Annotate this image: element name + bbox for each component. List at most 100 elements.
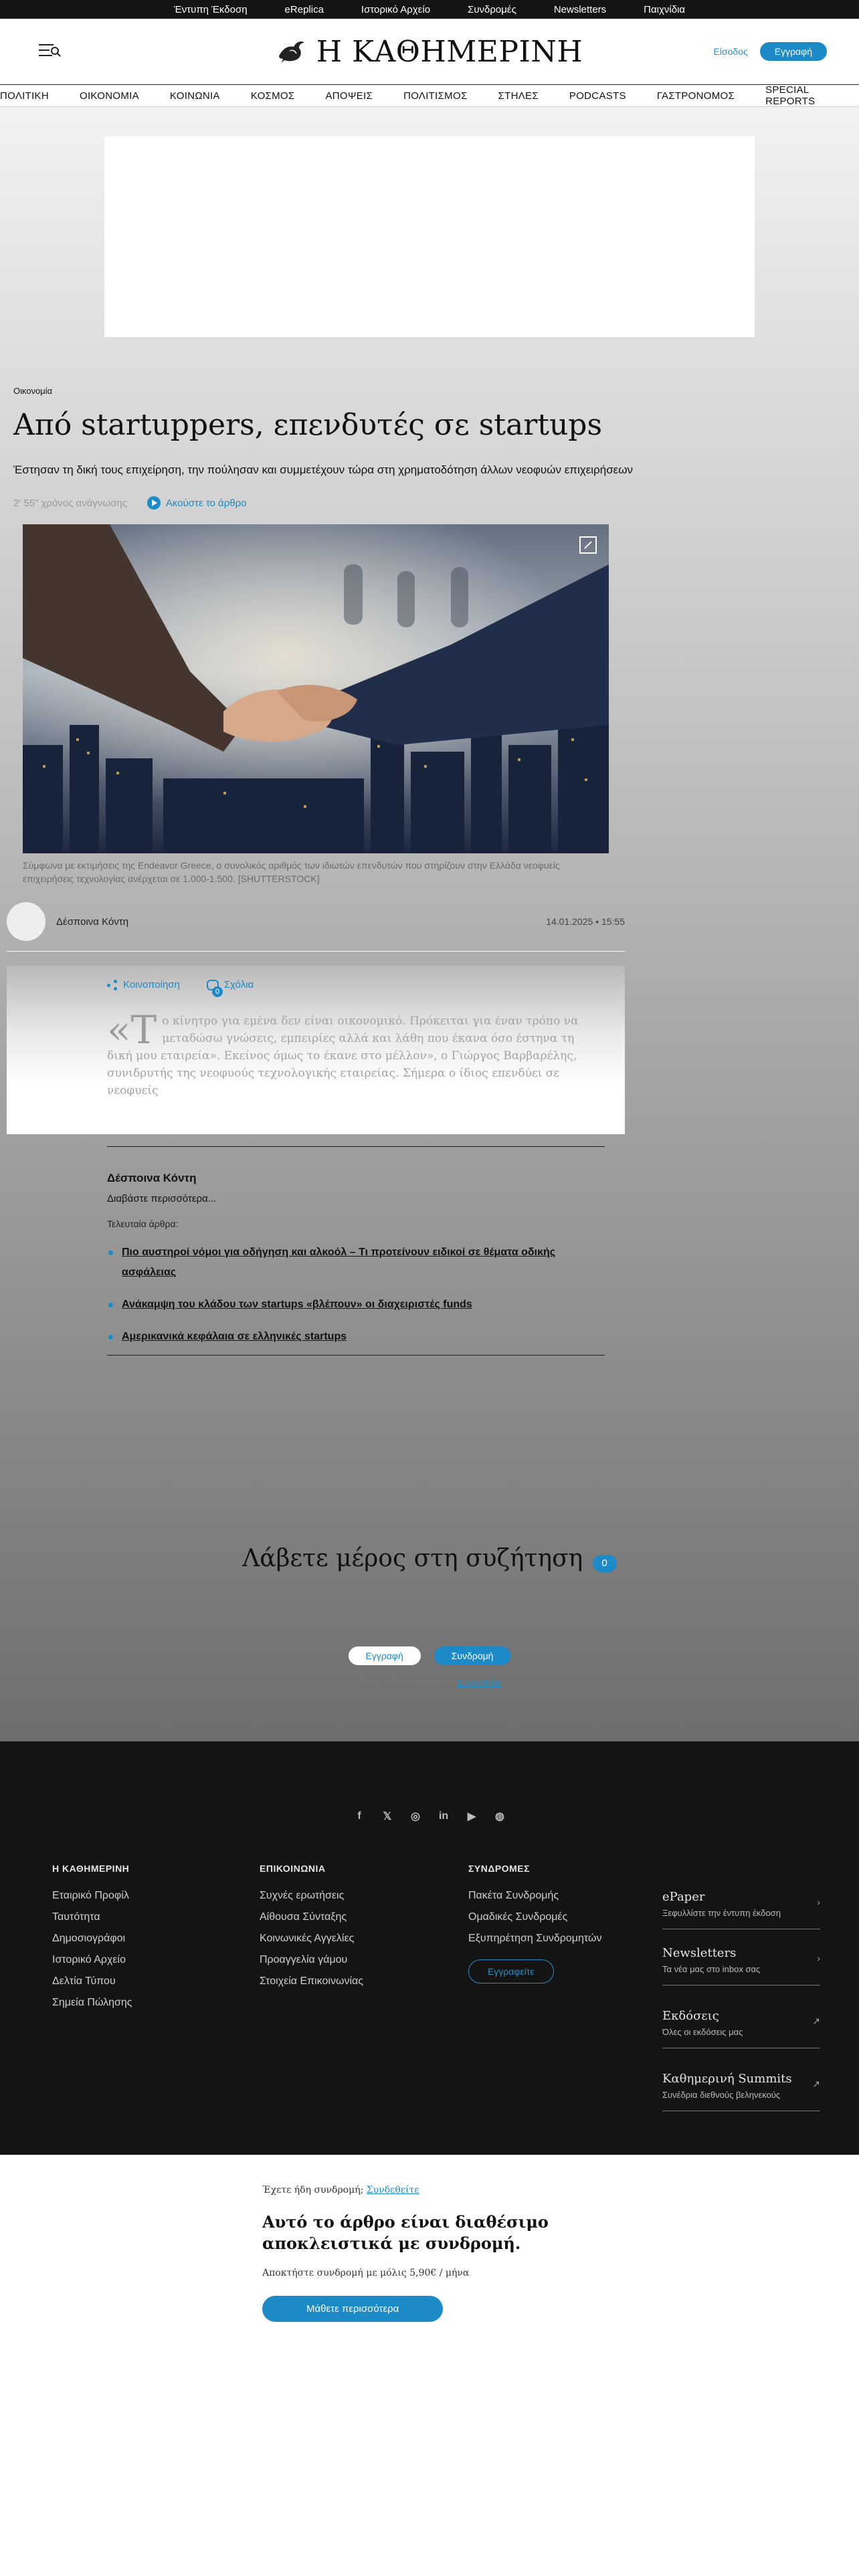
menu-search-icon[interactable] (39, 43, 59, 59)
register-button[interactable]: Εγγραφή (759, 42, 827, 61)
external-link-icon: ↗ (812, 2016, 820, 2026)
footer-col-contact: ΕΠΙΚΟΙΝΩΝΙΑ Συχνές ερωτήσεις Αίθουσα Σύν… (260, 1863, 363, 1997)
footer-link[interactable]: Εταιρικό Προφίλ (52, 1890, 132, 1902)
footer-link[interactable]: Εξυπηρέτηση Συνδρομητών (468, 1933, 601, 1945)
login-link[interactable]: Είσοδος (714, 46, 748, 57)
footer-link[interactable]: Πακέτα Συνδρομής (468, 1890, 601, 1902)
paywall-login-link[interactable]: Συνδεθείτε (367, 2185, 419, 2195)
footer-link[interactable]: Ταυτότητα (52, 1911, 132, 1923)
footer-card-summits[interactable]: Καθημερινή Summits Συνέδρια διεθνούς βελ… (662, 2072, 820, 2111)
share-icon (107, 979, 118, 990)
nav-item-politics[interactable]: ΠΟΛΙΤΙΚΗ (0, 90, 49, 102)
discussion-login-link[interactable]: Συνδεθείτε (457, 1677, 501, 1688)
bio-bottom-rule (107, 1355, 605, 1356)
nav-item-podcasts[interactable]: PODCASTS (569, 90, 626, 102)
nav-item-opinions[interactable]: ΑΠΟΨΕΙΣ (325, 90, 373, 102)
share-label: Κοινοποίηση (123, 979, 180, 990)
author-name[interactable]: Δέσποινα Κόντη (56, 916, 128, 928)
footer-link[interactable]: Σημεία Πώλησης (52, 1997, 132, 2009)
footer-card-publications[interactable]: Εκδόσεις Όλες οι εκδόσεις μας ↗ (662, 2009, 820, 2048)
list-item[interactable]: Αμερικανικά κεφάλαια σε ελληνικές startu… (107, 1327, 589, 1347)
instagram-icon[interactable]: ◎ (407, 1808, 423, 1824)
comments-button[interactable]: 0 Σχόλια (206, 979, 254, 997)
nav-item-economy[interactable]: ΟΙΚΟΝΟΜΙΑ (80, 90, 139, 102)
chevron-right-icon: › (817, 1897, 820, 1907)
comments-label: Σχόλια (223, 979, 254, 990)
footer-link[interactable]: Ιστορικό Αρχείο (52, 1954, 132, 1966)
youtube-icon[interactable]: ▶ (464, 1808, 480, 1824)
nav-item-world[interactable]: ΚΟΣΜΟΣ (251, 90, 295, 102)
footer-link[interactable]: Ομαδικές Συνδρομές (468, 1911, 601, 1923)
nav-item-columns[interactable]: ΣΤΗΛΕΣ (498, 90, 539, 102)
expand-icon[interactable] (579, 536, 597, 554)
hero-image (23, 524, 609, 853)
footer-link[interactable]: Στοιχεία Επικοινωνίας (260, 1975, 363, 1988)
footer-link[interactable]: Δελτία Τύπου (52, 1975, 132, 1988)
footer-link[interactable]: Συχνές ερωτήσεις (260, 1890, 363, 1902)
list-item[interactable]: Πιο αυστηροί νόμοι για οδήγηση και αλκοό… (107, 1243, 589, 1283)
comment-icon: 0 (206, 979, 223, 997)
logo-text: Η ΚΑΘΗΜΕΡΙΝΗ (316, 34, 583, 69)
share-bar: Κοινοποίηση 0 Σχόλια (107, 979, 254, 997)
footer-card-epaper[interactable]: ePaper Ξεφυλλίστε την έντυπη έκδοση › (662, 1890, 820, 1929)
ad-slot (104, 136, 755, 337)
x-twitter-icon[interactable]: 𝕏 (379, 1808, 395, 1824)
linkedin-icon[interactable]: in (436, 1808, 452, 1824)
podcast-icon[interactable]: ◍ (492, 1808, 508, 1824)
nav-item-gastronomos[interactable]: ΓΑΣΤΡΟΝΟΜΟΣ (657, 90, 735, 102)
publish-date: 14.01.2025 • 15:55 (546, 916, 625, 927)
paywall-content: Έχετε ήδη συνδρομή; Συνδεθείτε Αυτό το ά… (262, 2185, 610, 2322)
discussion-section: Λάβετε μέρος στη συζήτηση 0 (0, 1545, 859, 1572)
discussion-subscribe-button[interactable]: Συνδρομή (434, 1646, 511, 1665)
article-page: Οικονομία Από startuppers, επενδυτές σε … (0, 107, 859, 1741)
auth-area: Είσοδος Εγγραφή (714, 42, 827, 61)
article-title: Από startuppers, επενδυτές σε startups (13, 408, 603, 442)
paywall-overlay: Έχετε ήδη συνδρομή; Συνδεθείτε Αυτό το ά… (0, 2155, 859, 2576)
discussion-buttons: Εγγραφή Συνδρομή (0, 1646, 859, 1665)
footer-link[interactable]: Δημοσιογράφοι (52, 1933, 132, 1945)
dropcap: «Τ (107, 1007, 157, 1053)
topbar-link-ereplica[interactable]: eReplica (285, 4, 324, 15)
logo-bird-icon (278, 41, 304, 63)
social-links: f 𝕏 ◎ in ▶ ◍ (0, 1808, 859, 1824)
topbar-link-games[interactable]: Παιχνίδια (644, 4, 685, 15)
article-subtitle: Έστησαν τη δική τους επιχείρηση, την πού… (13, 463, 634, 476)
footer-col-title: ΣΥΝΔΡΟΜΕΣ (468, 1863, 531, 1874)
share-button[interactable]: Κοινοποίηση (107, 979, 180, 990)
discussion-login-line: Έχετε ήδη λογαριασμό; Συνδεθείτε (357, 1677, 502, 1688)
footer-card-newsletters[interactable]: Newsletters Τα νέα μας στο inbox σας › (662, 1946, 820, 1985)
footer-link[interactable]: Κοινωνικές Αγγελίες (260, 1933, 363, 1945)
list-item[interactable]: Ανάκαμψη του κλάδου των startups «βλέπου… (107, 1295, 589, 1315)
footer-link[interactable]: Προαγγελία γάμου (260, 1954, 363, 1966)
discussion-register-button[interactable]: Εγγραφή (348, 1646, 421, 1665)
divider (7, 951, 625, 952)
listen-label: Ακούστε το άρθρο (165, 497, 247, 509)
nav-item-culture[interactable]: ΠΟΛΙΤΙΣΜΟΣ (403, 90, 467, 102)
nav-item-society[interactable]: ΚΟΙΝΩΝΙΑ (170, 90, 220, 102)
article-category[interactable]: Οικονομία (13, 386, 52, 396)
footer-col-company: Η ΚΑΘΗΜΕΡΙΝΗ Εταιρικό Προφίλ Ταυτότητα Δ… (52, 1863, 132, 2018)
latest-articles-label: Τελευταία άρθρα: (107, 1218, 179, 1229)
facebook-icon[interactable]: f (351, 1808, 367, 1824)
latest-articles-list: Πιο αυστηροί νόμοι για οδήγηση και αλκοό… (107, 1243, 589, 1359)
footer-link[interactable]: Αίθουσα Σύνταξης (260, 1911, 363, 1923)
topbar-link-subscriptions[interactable]: Συνδρομές (468, 4, 516, 15)
author-avatar[interactable] (7, 902, 45, 941)
bio-author-name[interactable]: Δέσποινα Κόντη (107, 1172, 197, 1185)
discussion-count-badge: 0 (592, 1554, 617, 1572)
topbar-link-print[interactable]: Έντυπη Έκδοση (174, 4, 248, 15)
external-link-icon: ↗ (812, 2078, 820, 2089)
bio-read-more-link[interactable]: Διαβάστε περισσότερα... (107, 1193, 216, 1204)
footer-subscribe-button[interactable]: Εγγραφείτε (468, 1959, 554, 1983)
topbar-link-archive[interactable]: Ιστορικό Αρχείο (361, 4, 430, 15)
site-header: Η ΚΑΘΗΜΕΡΙΝΗ Είσοδος Εγγραφή (0, 19, 859, 84)
site-logo[interactable]: Η ΚΑΘΗΜΕΡΙΝΗ (276, 35, 583, 69)
nav-item-special-reports[interactable]: SPECIAL REPORTS (765, 84, 859, 107)
paywall-learn-more-button[interactable]: Μάθετε περισσότερα (262, 2296, 444, 2322)
top-utility-bar: Έντυπη Έκδοση eReplica Ιστορικό Αρχείο Σ… (0, 0, 859, 19)
paywall-title: Αυτό το άρθρο είναι διαθέσιμο αποκλειστι… (262, 2212, 549, 2253)
listen-button[interactable]: Ακούστε το άρθρο (147, 496, 247, 510)
image-caption: Σύμφωνα με εκτιμήσεις της Endeavor Greec… (23, 860, 560, 884)
bio-top-rule (107, 1146, 605, 1147)
topbar-link-newsletters[interactable]: Newsletters (554, 4, 606, 15)
